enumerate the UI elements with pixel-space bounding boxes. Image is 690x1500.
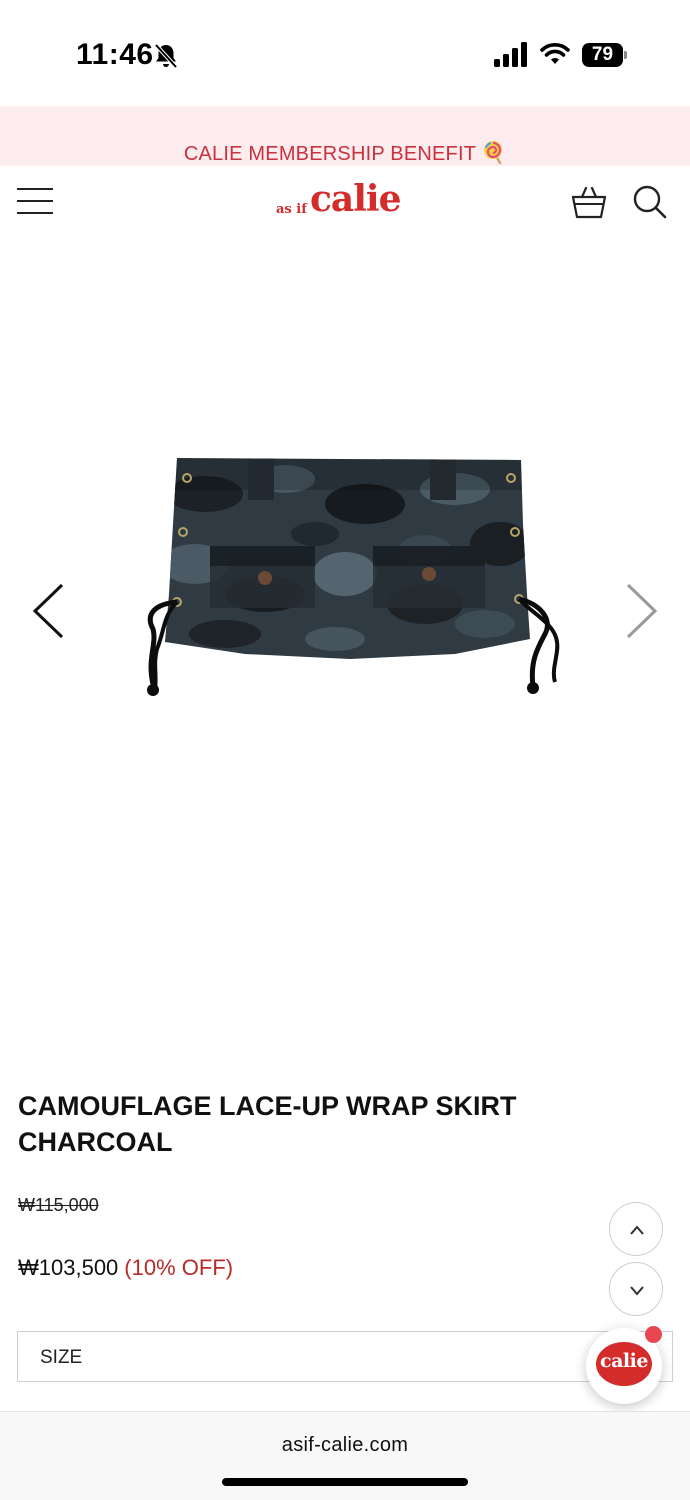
discount-label: (10% OFF) <box>124 1255 234 1280</box>
cart-icon[interactable] <box>570 184 608 220</box>
menu-button[interactable] <box>17 186 53 216</box>
chevron-left-icon[interactable] <box>30 582 68 640</box>
sale-price: ₩103,500 <box>18 1255 119 1280</box>
chevron-up-icon <box>630 1225 644 1235</box>
battery-icon: 79 <box>582 43 628 67</box>
logo-big-text: calie <box>310 178 402 220</box>
camouflage-skirt-image <box>147 458 560 696</box>
chat-label: calie <box>600 1350 648 1372</box>
membership-banner-label: CALIE MEMBERSHIP BENEFIT <box>183 143 477 165</box>
notification-dot <box>645 1326 662 1343</box>
status-bar: 11:46 79 <box>0 0 690 106</box>
search-icon[interactable] <box>632 184 668 220</box>
size-select[interactable]: SIZE <box>17 1331 673 1382</box>
menu-icon <box>17 188 53 190</box>
home-indicator[interactable] <box>222 1478 468 1486</box>
browser-url-bar[interactable]: asif-calie.com <box>0 1411 690 1500</box>
product-gallery[interactable] <box>0 240 690 1060</box>
url-text[interactable]: asif-calie.com <box>0 1434 690 1457</box>
size-select-label: SIZE <box>40 1347 83 1368</box>
logo-small-text: as if <box>276 202 307 217</box>
lollipop-icon <box>484 141 503 164</box>
product-title: CAMOUFLAGE LACE-UP WRAP SKIRT CHARCOAL <box>18 1091 517 1157</box>
status-time: 11:46 <box>76 38 154 71</box>
chevron-down-icon <box>630 1286 644 1296</box>
chevron-right-icon[interactable] <box>622 582 660 640</box>
sale-price-row: ₩103,500 (10% OFF) <box>18 1255 233 1281</box>
site-header: as if calie <box>0 166 690 240</box>
chat-logo: calie <box>596 1342 652 1386</box>
signal-icon <box>494 42 527 67</box>
original-price: ₩115,000 <box>18 1195 99 1215</box>
wifi-icon <box>540 43 570 64</box>
site-logo[interactable]: as if calie <box>276 178 416 222</box>
battery-level: 79 <box>591 44 614 65</box>
membership-banner-text[interactable]: CALIE MEMBERSHIP BENEFIT <box>0 140 690 166</box>
scroll-top-button[interactable] <box>609 1202 663 1256</box>
bell-slash-icon <box>154 43 178 69</box>
scroll-bottom-button[interactable] <box>609 1262 663 1316</box>
